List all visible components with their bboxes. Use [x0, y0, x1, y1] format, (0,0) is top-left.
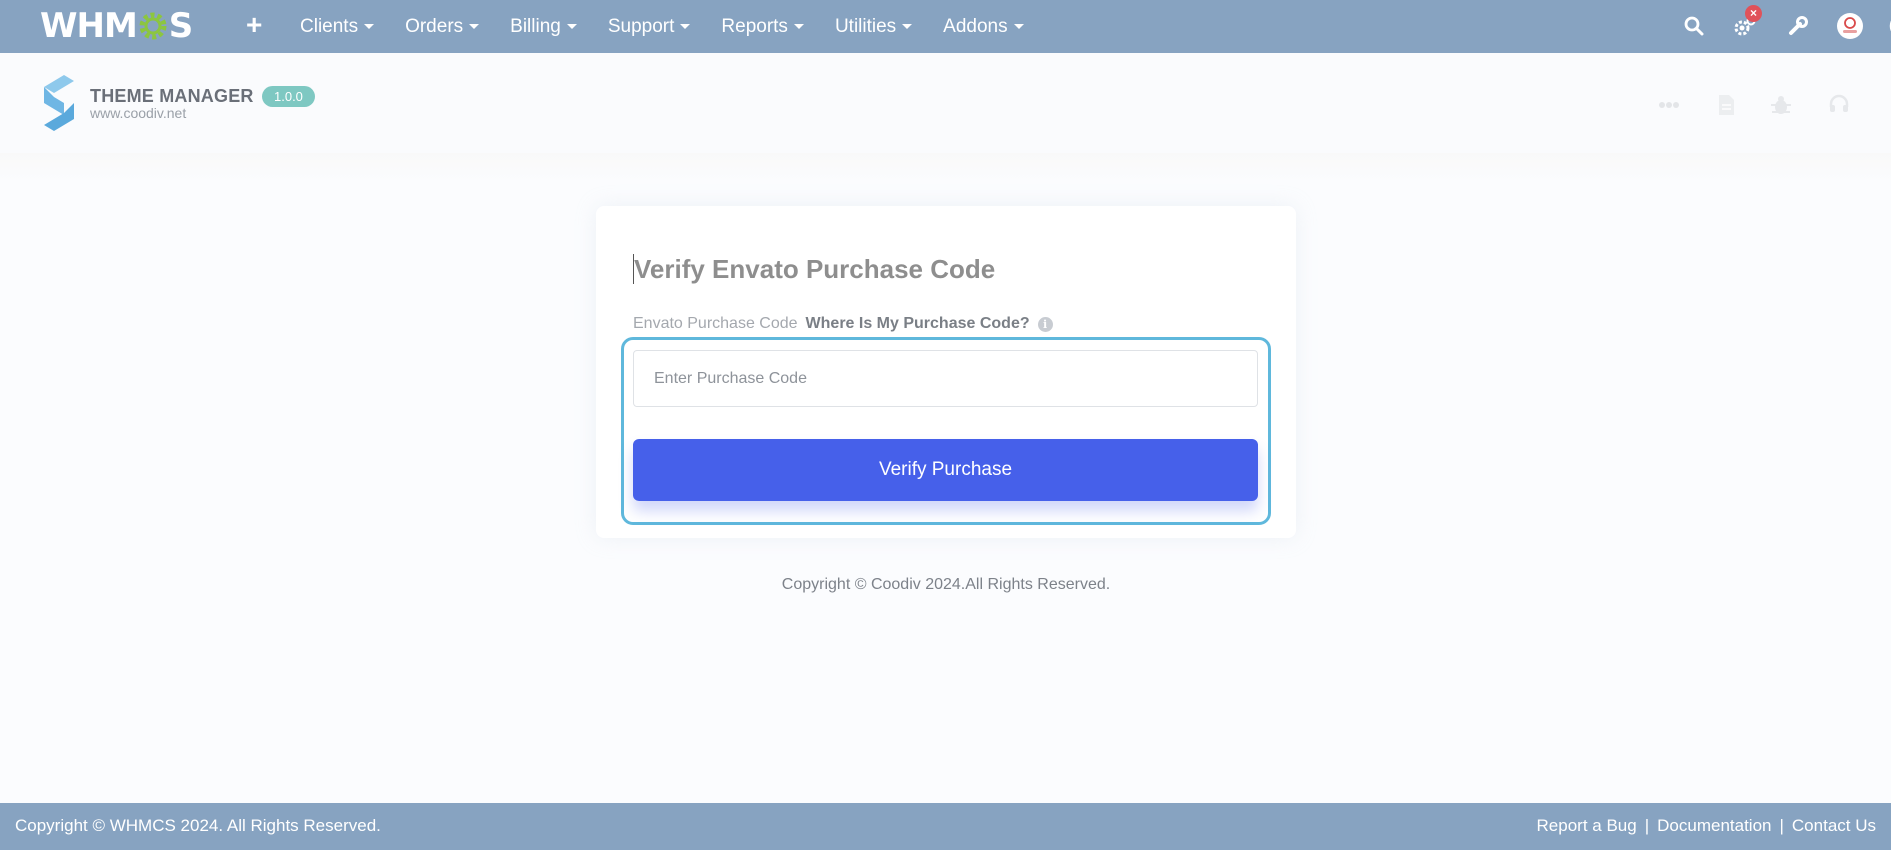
caret-down-icon [680, 24, 691, 29]
documentation-link[interactable]: Documentation [1657, 816, 1771, 836]
info-icon[interactable]: i [1037, 316, 1053, 332]
caret-down-icon [793, 24, 804, 29]
menu-item-billing[interactable]: Billing [510, 16, 577, 38]
menu-label: Clients [300, 15, 359, 37]
menu-item-reports[interactable]: Reports [721, 16, 804, 38]
verify-purchase-button[interactable]: Verify Purchase [633, 439, 1258, 501]
caret-down-icon [566, 24, 577, 29]
add-new-button[interactable]: + [246, 10, 262, 40]
caret-down-icon [902, 24, 913, 29]
bug-icon[interactable] [1769, 93, 1793, 117]
caret-down-icon [1013, 24, 1024, 29]
contact-us-link[interactable]: Contact Us [1792, 816, 1876, 836]
menu-item-utilities[interactable]: Utilities [834, 15, 913, 38]
addon-url: www.coodiv.net [90, 105, 187, 121]
alert-badge: × [1745, 5, 1762, 22]
footer-separator: | [1644, 816, 1650, 835]
menu-item-clients[interactable]: Clients [300, 15, 375, 38]
avatar[interactable] [1836, 12, 1864, 40]
wrench-icon[interactable] [1784, 12, 1812, 40]
card-title: Verify Envato Purchase Code [633, 254, 996, 284]
footer: Copyright © WHMCS 2024. All Rights Reser… [0, 803, 1891, 850]
header-fade [0, 153, 1891, 183]
menu-label: Support [607, 15, 675, 37]
search-icon[interactable] [1680, 12, 1708, 40]
addon-header: THEME MANAGER 1.0.0 www.coodiv.net [0, 53, 1891, 183]
menu-label: Orders [405, 15, 464, 37]
brand-text-start: WHM [40, 6, 138, 46]
addon-title: THEME MANAGER [90, 86, 254, 106]
menu-label: Billing [510, 15, 561, 37]
menu-label: Reports [721, 15, 788, 37]
verify-card: Verify Envato Purchase Code Envato Purch… [596, 206, 1296, 538]
footer-separator: | [1779, 816, 1784, 835]
menu-item-orders[interactable]: Orders [405, 15, 480, 38]
document-icon[interactable] [1714, 93, 1738, 117]
brand-text-end: S [168, 6, 193, 46]
footer-copyright: Copyright © WHMCS 2024. All Rights Reser… [15, 816, 381, 835]
menu-label: Addons [943, 15, 1008, 37]
whmcs-logo[interactable]: WHM S [40, 6, 193, 46]
theme-manager-logo-icon [44, 75, 74, 131]
menu-label: Utilities [834, 15, 897, 37]
dots-icon[interactable] [1657, 93, 1681, 117]
addon-copyright: Copyright © Coodiv 2024.All Rights Reser… [781, 576, 1111, 593]
menu-item-addons[interactable]: Addons [943, 15, 1024, 38]
caret-down-icon [364, 24, 375, 29]
purchase-code-label: Envato Purchase Code [633, 315, 798, 332]
footer-links: Report a Bug | Documentation | Contact U… [1537, 816, 1876, 836]
main-menu: Clients Orders Billing Support Reports U… [300, 0, 1055, 53]
purchase-code-label-row: Envato Purchase Code Where Is My Purchas… [633, 315, 1053, 333]
where-is-purchase-code-link[interactable]: Where Is My Purchase Code? [806, 315, 1030, 333]
menu-item-support[interactable]: Support [608, 16, 691, 38]
top-navbar: WHM S + Clients Orders Billing Support R… [0, 0, 1891, 53]
purchase-code-input[interactable] [633, 350, 1258, 407]
gears-icon[interactable]: × [1731, 5, 1762, 40]
headset-icon[interactable] [1827, 93, 1851, 117]
caret-down-icon [469, 24, 480, 29]
version-badge: 1.0.0 [262, 86, 315, 107]
report-bug-link[interactable]: Report a Bug [1537, 816, 1637, 836]
logo-gear-icon [139, 12, 167, 40]
